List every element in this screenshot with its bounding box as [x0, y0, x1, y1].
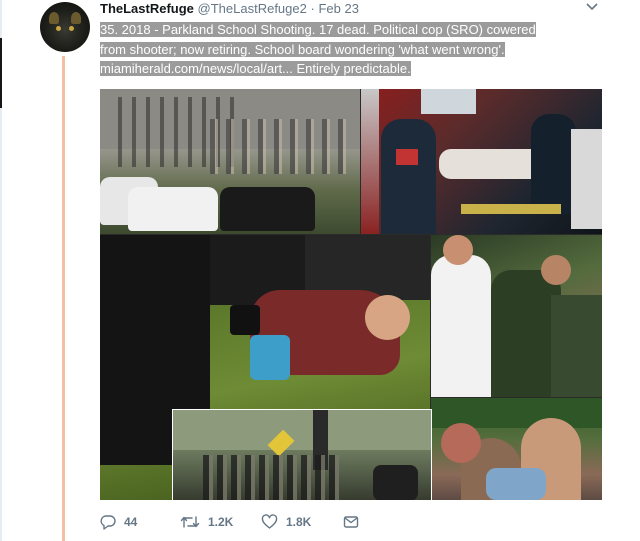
- retweet-button[interactable]: 1.2K: [180, 514, 233, 530]
- like-icon: [261, 514, 278, 530]
- separator-dot: ·: [310, 1, 315, 16]
- tweet-actions: 44 1.2K 1.8K: [100, 514, 400, 538]
- tweet-text-line: from shooter; now retiring. School board…: [100, 41, 505, 57]
- photo-ambulance[interactable]: [361, 89, 602, 234]
- photo-embrace[interactable]: [431, 398, 602, 500]
- tweet-text-line: 35. 2018 - Parkland School Shooting. 17 …: [100, 22, 536, 37]
- photo-evacuation[interactable]: [100, 89, 360, 234]
- avatar-ear: [49, 12, 59, 24]
- thread-line: [62, 56, 65, 541]
- photo-aerial-response[interactable]: [172, 409, 432, 500]
- reply-button[interactable]: 44: [100, 514, 137, 530]
- avatar-eye: [69, 26, 74, 31]
- user-handle[interactable]: @TheLastRefuge2: [198, 1, 307, 16]
- display-name[interactable]: TheLastRefuge: [100, 1, 194, 16]
- media-collage[interactable]: [100, 89, 602, 500]
- like-count: 1.8K: [286, 515, 312, 529]
- photo-escort[interactable]: [431, 235, 602, 397]
- timestamp[interactable]: Feb 23: [318, 1, 358, 16]
- direct-message-icon: [343, 514, 359, 530]
- reply-icon: [100, 514, 116, 530]
- tweet-header: TheLastRefuge @TheLastRefuge2 · Feb 23: [100, 1, 359, 16]
- retweet-icon: [180, 514, 200, 530]
- caret-down-icon[interactable]: [586, 2, 598, 12]
- retweet-count: 1.2K: [208, 515, 234, 529]
- like-button[interactable]: 1.8K: [261, 514, 311, 530]
- scroll-indicator: [0, 38, 2, 108]
- avatar-ear: [71, 12, 81, 24]
- tweet-text-line: miamiherald.com/news/local/art... Entire…: [100, 61, 411, 76]
- reply-count: 44: [124, 515, 138, 529]
- avatar-eye: [56, 26, 61, 31]
- avatar[interactable]: [40, 2, 90, 52]
- tweet-text: 35. 2018 - Parkland School Shooting. 17 …: [100, 20, 600, 79]
- direct-message-button[interactable]: [343, 514, 359, 530]
